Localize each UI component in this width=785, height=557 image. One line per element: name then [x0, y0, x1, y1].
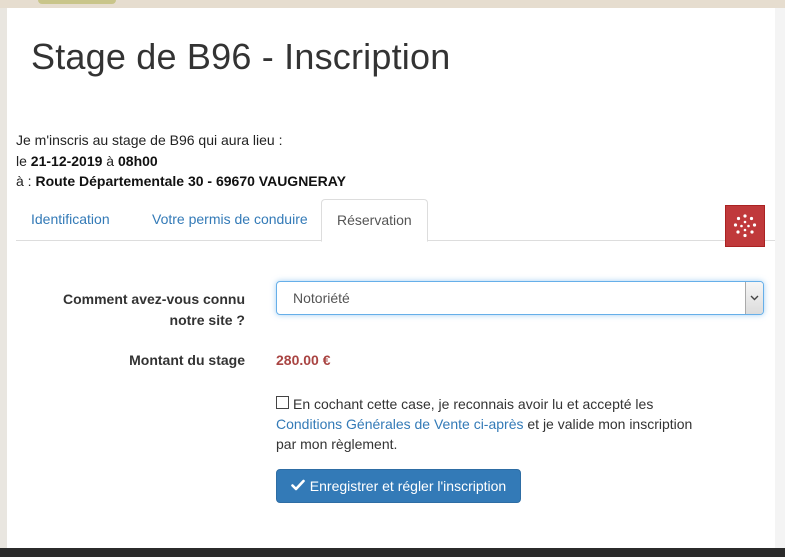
intro-place-line: à : Route Départementale 30 - 69670 VAUG… [16, 171, 346, 192]
top-header-strip [0, 0, 785, 8]
intro-date-line: le 21-12-2019 à 08h00 [16, 151, 346, 172]
source-label-line1: Comment avez-vous connu [62, 291, 245, 307]
intro-line: Je m'inscris au stage de B96 qui aura li… [16, 132, 283, 148]
stage-place: Route Départementale 30 - 69670 VAUGNERA… [35, 173, 346, 189]
place-prefix: à : [16, 173, 36, 189]
tab-reservation[interactable]: Réservation [321, 199, 428, 242]
chevron-down-icon[interactable] [745, 282, 763, 314]
dots-circle-icon[interactable] [725, 205, 765, 247]
time-prefix: à [102, 152, 118, 169]
submit-button[interactable]: Enregistrer et régler l'inscription [276, 469, 521, 503]
cgv-text-before: En cochant cette case, je reconnais avoi… [293, 396, 654, 412]
tab-identification[interactable]: Identification [16, 199, 125, 239]
page-margin [775, 8, 785, 548]
submit-label: Enregistrer et régler l'inscription [309, 478, 507, 494]
stage-time: 08h00 [118, 152, 158, 169]
price-value: 280.00 € [276, 352, 331, 368]
source-select[interactable]: Notoriété [276, 281, 764, 315]
source-label-line2: notre site ? [169, 312, 245, 328]
registration-panel: Stage de B96 - Inscription Je m'inscris … [7, 8, 775, 548]
stage-intro: Je m'inscris au stage de B96 qui aura li… [16, 130, 346, 192]
registration-tabs: Identification Votre permis de conduire … [16, 199, 775, 242]
price-label: Montant du stage [129, 352, 245, 368]
check-icon [290, 478, 305, 494]
tab-permis[interactable]: Votre permis de conduire [137, 199, 323, 239]
stage-date: 21-12-2019 [30, 152, 103, 169]
source-select-value: Notoriété [293, 290, 350, 306]
cgv-link[interactable]: Conditions Générales de Vente ci-après [276, 416, 523, 432]
cgv-text: En cochant cette case, je reconnais avoi… [276, 394, 716, 454]
source-label: Comment avez-vous connu notre site ? [37, 289, 245, 331]
page-title: Stage de B96 - Inscription [31, 36, 451, 77]
page-footer [0, 548, 785, 557]
date-prefix: le [16, 152, 31, 169]
logo-fragment [38, 0, 116, 4]
